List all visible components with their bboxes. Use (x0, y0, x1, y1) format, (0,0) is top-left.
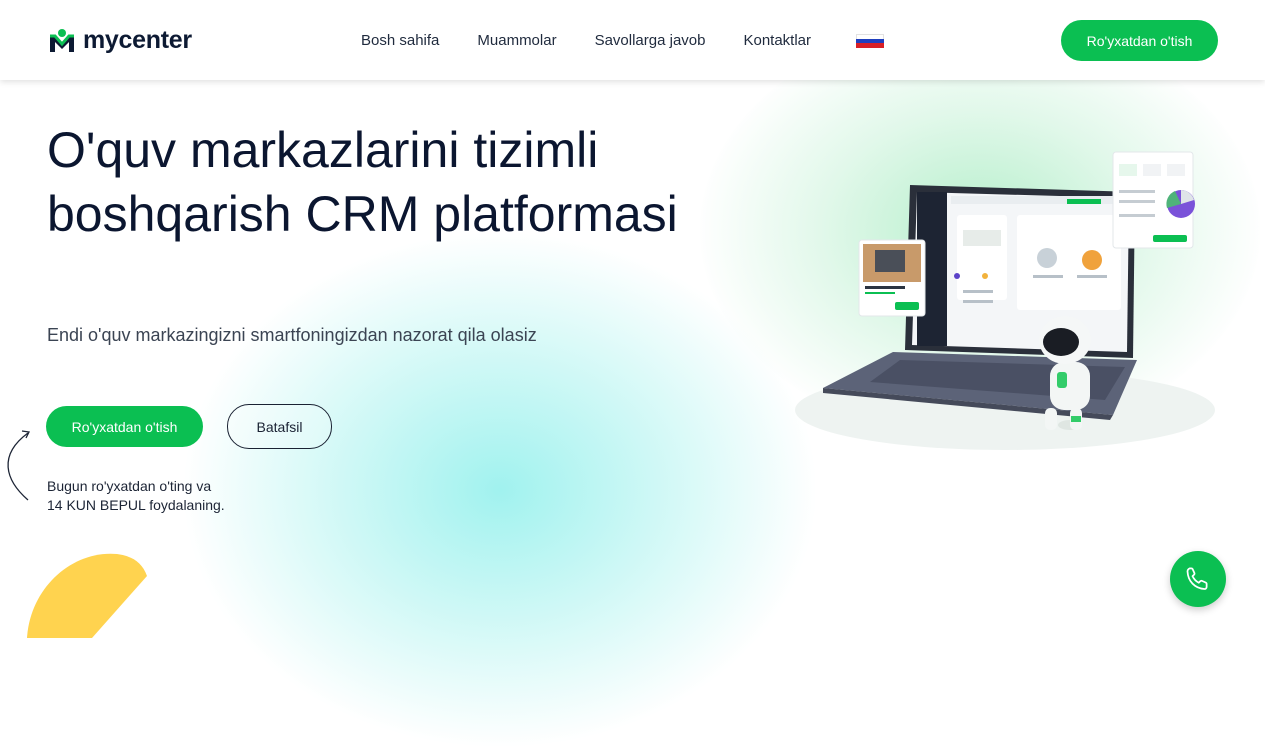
nav-item-home[interactable]: Bosh sahifa (361, 32, 439, 49)
nav-item-faq[interactable]: Savollarga javob (595, 32, 706, 49)
main-nav: Bosh sahifa Muammolar Savollarga javob K… (361, 32, 811, 49)
note-line-1: Bugun ro'yxatdan o'ting va (47, 478, 212, 494)
free-trial-note: Bugun ro'yxatdan o'ting va 14 KUN BEPUL … (47, 477, 225, 515)
laptop-screen (905, 185, 1135, 358)
brand-logo[interactable]: mycenter (47, 26, 192, 55)
brand-name: mycenter (83, 26, 192, 54)
mycenter-logo-icon (50, 28, 74, 52)
course-card (858, 239, 926, 317)
note-line-2: 14 KUN BEPUL foydalaning. (47, 497, 225, 513)
nav-item-problems[interactable]: Muammolar (477, 32, 556, 49)
call-button[interactable] (1170, 551, 1226, 607)
site-header: mycenter Bosh sahifa Muammolar Savollarg… (0, 0, 1265, 80)
hero-title: O'quv markazlarini tizimli boshqarish CR… (47, 122, 678, 242)
russian-flag-icon[interactable] (856, 34, 884, 48)
header-register-button[interactable]: Ro'yxatdan o'tish (1061, 20, 1218, 61)
hero-subtitle: Endi o'quv markazingizni smartfoningizda… (47, 325, 537, 345)
laptop-dashboard-illustration (795, 151, 1215, 450)
payment-card (1112, 151, 1195, 249)
details-button[interactable]: Batafsil (227, 404, 332, 449)
curved-arrow-icon (7, 430, 30, 501)
register-button[interactable]: Ro'yxatdan o'tish (46, 406, 203, 447)
nav-item-contacts[interactable]: Kontaktlar (743, 32, 811, 49)
phone-icon (1186, 567, 1208, 590)
